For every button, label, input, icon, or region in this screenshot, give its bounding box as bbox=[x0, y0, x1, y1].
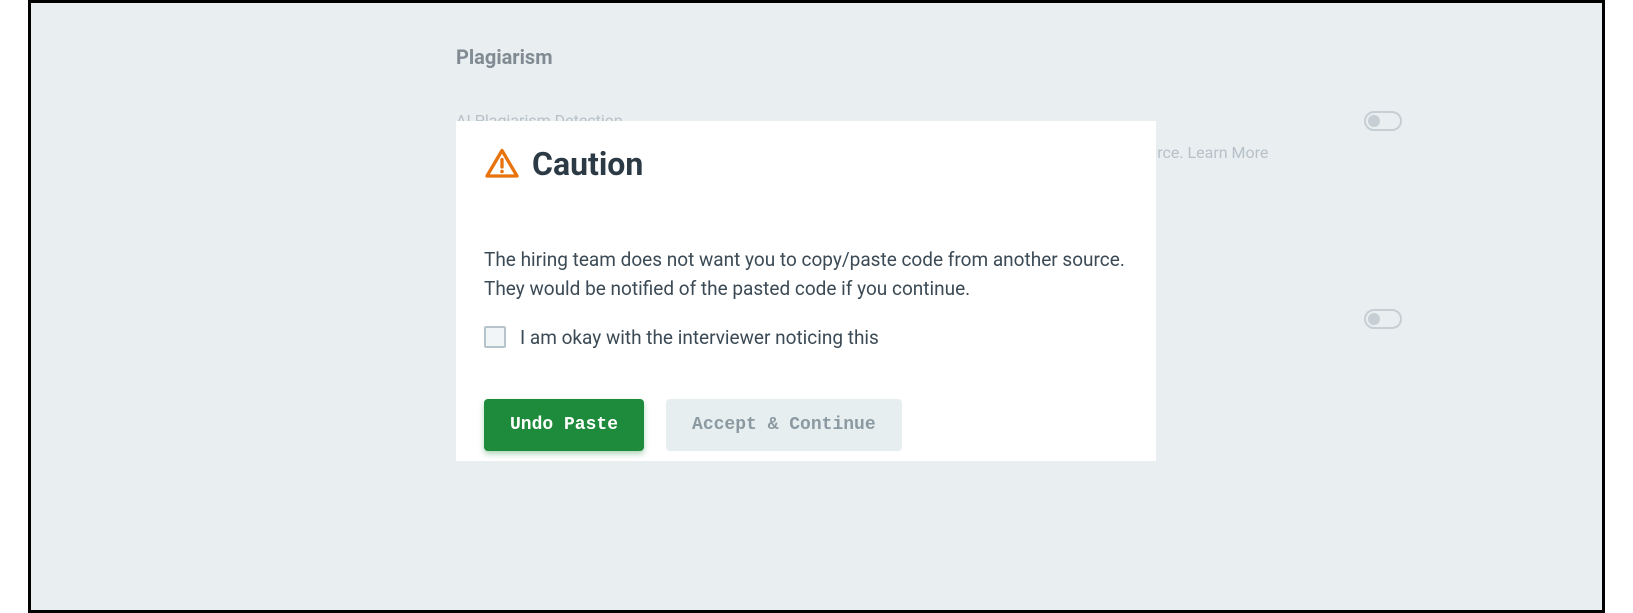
modal-body-text: The hiring team does not want you to cop… bbox=[484, 245, 1128, 304]
consent-checkbox-label: I am okay with the interviewer noticing … bbox=[520, 326, 879, 349]
modal-actions: Undo Paste Accept & Continue bbox=[484, 399, 1128, 451]
consent-checkbox-row[interactable]: I am okay with the interviewer noticing … bbox=[484, 326, 1128, 349]
toggle-ai-detection[interactable] bbox=[1364, 111, 1402, 131]
caution-modal: Caution The hiring team does not want yo… bbox=[456, 121, 1156, 461]
section-heading-plagiarism: Plagiarism bbox=[456, 45, 553, 69]
accept-continue-button[interactable]: Accept & Continue bbox=[666, 399, 902, 451]
consent-checkbox[interactable] bbox=[484, 326, 506, 348]
modal-title: Caution bbox=[532, 145, 643, 183]
modal-header: Caution bbox=[484, 145, 1128, 183]
warning-triangle-icon bbox=[484, 146, 520, 182]
page-frame: Plagiarism AI Plagiarism Detection sourc… bbox=[28, 0, 1605, 613]
toggle-secondary[interactable] bbox=[1364, 309, 1402, 329]
undo-paste-button[interactable]: Undo Paste bbox=[484, 399, 644, 451]
